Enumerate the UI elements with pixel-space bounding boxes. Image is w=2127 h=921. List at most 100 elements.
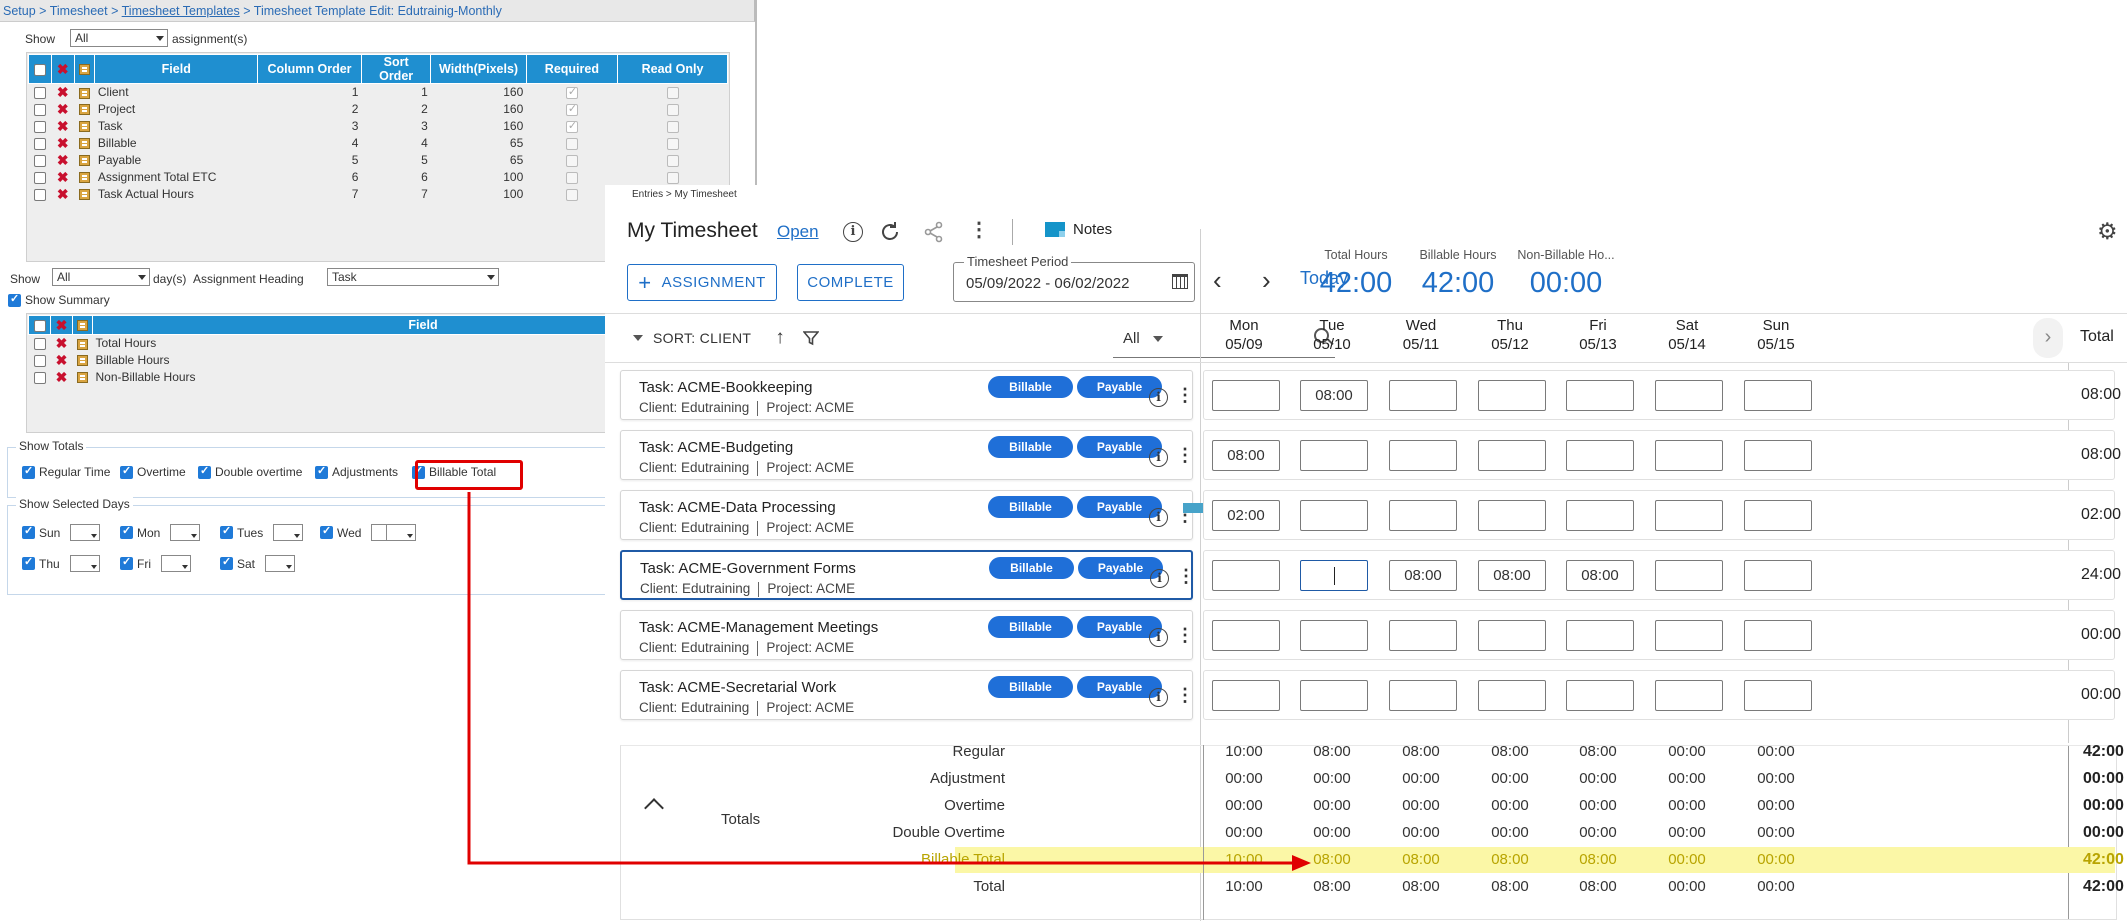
task-row[interactable]: Task: ACME-Budgeting Client: Edutraining P… xyxy=(620,430,1194,480)
gear-icon[interactable]: ⚙ xyxy=(2097,218,2118,245)
required-checkbox[interactable] xyxy=(565,171,578,184)
hours-input[interactable]: 08:00 xyxy=(1300,380,1368,411)
required-checkbox[interactable] xyxy=(565,119,578,133)
row-delete-cell[interactable]: ✖ xyxy=(51,84,74,101)
edit-icon[interactable] xyxy=(77,355,88,367)
row-select-cell[interactable] xyxy=(29,186,52,203)
delete-icon[interactable]: ✖ xyxy=(57,118,69,134)
info-icon[interactable]: i xyxy=(1149,388,1168,407)
prev-period-icon[interactable]: ‹ xyxy=(1213,267,1222,293)
row-select-cell[interactable] xyxy=(29,101,52,118)
day-checkbox[interactable] xyxy=(22,555,35,570)
hours-input[interactable] xyxy=(1478,680,1546,711)
day-option[interactable]: Tues xyxy=(220,524,304,541)
hours-input[interactable] xyxy=(1566,440,1634,471)
hours-input[interactable] xyxy=(1566,620,1634,651)
more-icon[interactable]: ⋮ xyxy=(1176,445,1194,465)
next-period-icon[interactable]: › xyxy=(1262,267,1271,293)
days-show-select[interactable]: All xyxy=(52,268,150,286)
row-select-cell[interactable] xyxy=(29,84,52,101)
hours-input[interactable] xyxy=(1389,620,1457,651)
day-select-extra[interactable] xyxy=(380,524,416,541)
col-field[interactable]: Field xyxy=(94,54,259,84)
info-icon[interactable]: i xyxy=(843,222,863,242)
row-delete-cell[interactable]: ✖ xyxy=(51,369,73,386)
hours-input[interactable] xyxy=(1389,680,1457,711)
assignments-show-select[interactable]: All xyxy=(70,29,168,47)
hours-input[interactable] xyxy=(1744,560,1812,591)
option-checkbox[interactable] xyxy=(198,464,211,479)
row-checkbox[interactable] xyxy=(33,338,46,351)
row-delete-cell[interactable]: ✖ xyxy=(51,335,73,352)
show-totals-option[interactable]: Overtime xyxy=(120,464,186,479)
hours-input[interactable] xyxy=(1744,500,1812,531)
row-select-cell[interactable] xyxy=(29,169,52,186)
read-only-checkbox[interactable] xyxy=(666,171,679,184)
delete-icon[interactable]: ✖ xyxy=(57,186,69,202)
col-width[interactable]: Width(Pixels) xyxy=(430,54,527,84)
delete-icon[interactable]: ✖ xyxy=(56,335,68,351)
more-icon[interactable]: ⋮ xyxy=(1177,566,1195,586)
delete-icon[interactable]: ✖ xyxy=(56,352,68,368)
show-summary-checkbox[interactable] xyxy=(8,292,21,307)
delete-icon[interactable]: ✖ xyxy=(56,369,68,385)
col-required[interactable]: Required xyxy=(525,54,619,84)
info-icon[interactable]: i xyxy=(1149,688,1168,707)
day-checkbox[interactable] xyxy=(120,524,133,539)
day-select[interactable] xyxy=(273,524,304,541)
edit-icon[interactable] xyxy=(78,155,90,167)
hours-input[interactable] xyxy=(1744,440,1812,471)
hours-input[interactable] xyxy=(1566,680,1634,711)
task-row[interactable]: Task: ACME-Secretarial Work Client: Edutr… xyxy=(620,670,1194,720)
hours-input[interactable] xyxy=(1389,500,1457,531)
summary-select-all[interactable] xyxy=(28,315,51,335)
hours-input[interactable] xyxy=(1300,620,1368,651)
read-only-checkbox[interactable] xyxy=(666,103,679,116)
hours-input[interactable]: 08:00 xyxy=(1212,440,1280,471)
hours-input[interactable]: 08:00 xyxy=(1566,560,1634,591)
share-icon[interactable] xyxy=(923,221,945,243)
day-checkbox[interactable] xyxy=(220,524,233,539)
edit-icon[interactable] xyxy=(77,338,88,350)
edit-icon[interactable] xyxy=(77,372,88,384)
breadcrumb-setup[interactable]: Setup xyxy=(3,4,36,18)
hours-input[interactable] xyxy=(1744,380,1812,411)
hours-input[interactable] xyxy=(1212,380,1280,411)
row-delete-cell[interactable]: ✖ xyxy=(51,352,73,369)
day-select[interactable] xyxy=(170,524,201,541)
delete-icon[interactable]: ✖ xyxy=(57,135,69,151)
delete-icon[interactable]: ✖ xyxy=(57,152,69,168)
row-delete-cell[interactable]: ✖ xyxy=(51,135,74,152)
required-checkbox[interactable] xyxy=(565,85,578,100)
show-totals-option[interactable]: Double overtime xyxy=(198,464,302,479)
hours-input[interactable] xyxy=(1655,680,1723,711)
row-delete-cell[interactable]: ✖ xyxy=(51,169,74,186)
row-select-cell[interactable] xyxy=(29,152,52,169)
hours-input[interactable] xyxy=(1300,680,1368,711)
row-edit-cell[interactable] xyxy=(74,169,95,186)
hours-input[interactable] xyxy=(1655,440,1723,471)
hours-input[interactable]: 08:00 xyxy=(1389,560,1457,591)
hours-input[interactable] xyxy=(1655,500,1723,531)
row-select-cell[interactable] xyxy=(29,352,51,369)
complete-button[interactable]: COMPLETE xyxy=(797,264,904,301)
sort-direction-icon[interactable]: ↑ xyxy=(775,327,785,349)
hours-input[interactable] xyxy=(1300,500,1368,531)
hours-input[interactable] xyxy=(1389,380,1457,411)
hours-input[interactable] xyxy=(1566,380,1634,411)
row-checkbox[interactable] xyxy=(33,154,46,167)
day-option[interactable]: Sun xyxy=(22,524,101,541)
hours-input[interactable]: 02:00 xyxy=(1212,500,1280,531)
more-icon[interactable]: ⋮ xyxy=(1176,625,1194,645)
sort-control[interactable]: SORT: CLIENT ↑ xyxy=(633,327,820,349)
status-link[interactable]: Open xyxy=(777,222,819,242)
row-select-cell[interactable] xyxy=(29,369,51,386)
row-checkbox[interactable] xyxy=(33,171,46,184)
edit-icon[interactable] xyxy=(78,138,90,150)
row-edit-cell[interactable] xyxy=(74,152,95,169)
edit-icon[interactable] xyxy=(78,87,90,99)
notes-button[interactable]: Notes xyxy=(1045,221,1112,238)
info-icon[interactable]: i xyxy=(1149,448,1168,467)
required-checkbox[interactable] xyxy=(565,154,578,167)
show-totals-option[interactable]: Regular Time xyxy=(22,464,110,479)
